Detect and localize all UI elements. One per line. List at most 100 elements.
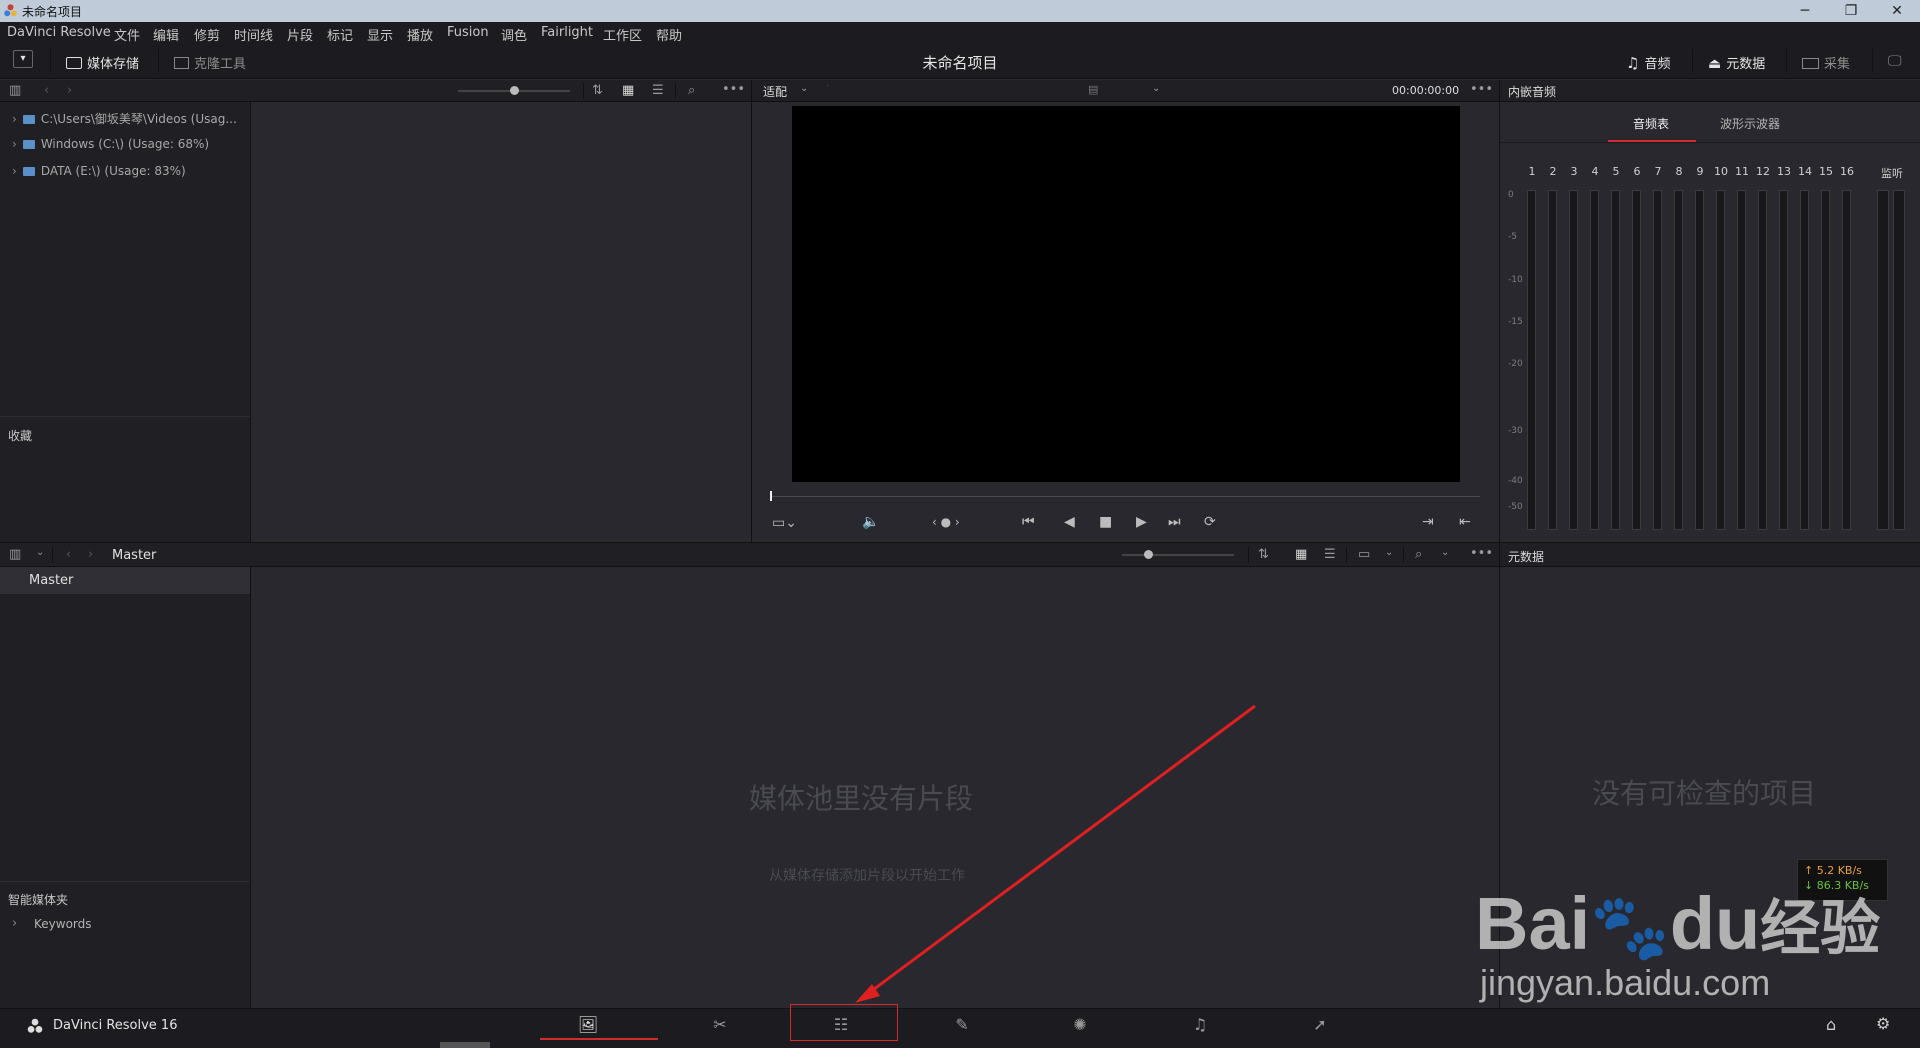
audio-panel-title: 内嵌音频 xyxy=(1508,85,1557,99)
more-options-icon[interactable]: ••• xyxy=(1470,82,1493,97)
video-preview[interactable] xyxy=(792,106,1460,482)
db-tick-label: -30 xyxy=(1508,426,1523,436)
reverse-play-icon[interactable]: ◀ xyxy=(1064,514,1075,530)
audio-button[interactable]: ♫ 音频 xyxy=(1626,53,1670,72)
bin-master-row[interactable]: Master xyxy=(0,567,250,594)
menu-timeline[interactable]: 时间线 xyxy=(234,25,273,44)
volume-icon[interactable]: 🔈 xyxy=(862,514,879,530)
chevron-down-icon[interactable]: ⌄ xyxy=(1152,83,1160,94)
scrubber-track[interactable] xyxy=(770,496,1480,497)
db-tick-label: -50 xyxy=(1508,502,1523,512)
tree-item-data-e[interactable]: › DATA (E:\) (Usage: 83%) xyxy=(12,164,186,178)
panel-toggle-icon[interactable]: ▾ xyxy=(13,50,33,68)
menu-trim[interactable]: 修剪 xyxy=(194,25,220,44)
db-tick-label: -20 xyxy=(1508,359,1523,369)
settings-gear-icon[interactable]: ⚙ xyxy=(1876,1014,1890,1033)
last-frame-icon[interactable]: ⏭ xyxy=(1168,514,1181,530)
mark-out-icon[interactable]: ⇤ xyxy=(1459,514,1471,530)
chevron-down-icon[interactable]: ⌄ xyxy=(800,83,808,94)
breadcrumb: Master xyxy=(112,548,157,563)
watermark-brand: Bai🐾du经验 xyxy=(1475,880,1880,967)
list-view-icon[interactable]: ☰ xyxy=(652,83,664,98)
forward-icon[interactable]: › xyxy=(88,547,93,562)
tree-item-windows-c[interactable]: › Windows (C:\) (Usage: 68%) xyxy=(12,137,209,151)
search-icon[interactable]: ⌕ xyxy=(688,83,695,98)
channel-number: 1 xyxy=(1528,165,1536,178)
chevron-down-icon[interactable]: ⌄ xyxy=(36,547,44,558)
clone-tool-button[interactable]: 克隆工具 xyxy=(174,53,246,72)
sidebar-toggle-icon[interactable]: ▥ xyxy=(9,83,21,98)
fit-dropdown[interactable]: 适配 xyxy=(763,83,787,100)
stop-icon[interactable]: ■ xyxy=(1099,514,1112,530)
clip-view-icon[interactable]: ▭⌄ xyxy=(772,515,797,531)
back-icon[interactable]: ‹ xyxy=(66,547,71,562)
grid-view-icon[interactable]: ▦ xyxy=(622,83,634,98)
menu-edit[interactable]: 编辑 xyxy=(153,25,179,44)
menu-fusion[interactable]: Fusion xyxy=(447,25,489,40)
menu-davinci[interactable]: DaVinci Resolve xyxy=(7,25,111,40)
tab-audio-meters[interactable]: 音频表 xyxy=(1633,115,1669,132)
metadata-button[interactable]: ⏏ 元数据 xyxy=(1708,53,1765,72)
cut-page-icon[interactable]: ✂ xyxy=(672,1009,768,1041)
media-storage-button[interactable]: 媒体存储 xyxy=(66,53,139,72)
db-tick-label: -15 xyxy=(1508,317,1523,327)
minimize-button[interactable]: ─ xyxy=(1782,0,1828,22)
monitor-icon[interactable]: 🖵 xyxy=(1888,53,1902,69)
channel-number: 15 xyxy=(1819,165,1833,178)
menu-mark[interactable]: 标记 xyxy=(327,25,353,44)
clip-view-icon[interactable]: ▭ xyxy=(1358,547,1370,562)
view-options-icon[interactable]: ▤ xyxy=(1088,83,1098,96)
more-options-icon[interactable]: ••• xyxy=(1470,546,1493,561)
back-icon[interactable]: ‹ xyxy=(44,83,49,98)
fusion-page-icon[interactable]: ✎ xyxy=(914,1009,1010,1041)
chevron-down-icon[interactable]: ⌄ xyxy=(1385,547,1393,558)
chevron-down-icon[interactable]: ⌄ xyxy=(1441,547,1449,558)
menu-file[interactable]: 文件 xyxy=(114,25,140,44)
list-view-icon[interactable]: ☰ xyxy=(1324,547,1336,562)
fairlight-page-icon[interactable]: ♫ xyxy=(1152,1009,1248,1041)
menu-view[interactable]: 显示 xyxy=(367,25,393,44)
capture-button[interactable]: 采集 xyxy=(1802,53,1850,72)
sort-icon[interactable]: ⇅ xyxy=(1258,547,1269,562)
sort-icon[interactable]: ⇅ xyxy=(592,83,603,98)
first-frame-icon[interactable]: ⏮ xyxy=(1022,514,1035,530)
jog-control-icon[interactable]: ‹ ● › xyxy=(932,515,960,529)
storage-tree: › C:\Users\御坂美琴\Videos (Usag... › Windows … xyxy=(0,102,250,542)
loop-icon[interactable]: ⟳ xyxy=(1204,514,1216,530)
storage-browser-area[interactable] xyxy=(251,102,751,542)
menu-color[interactable]: 调色 xyxy=(501,25,527,44)
channel-number: 2 xyxy=(1549,165,1557,178)
bin-master-label: Master xyxy=(29,573,74,588)
tree-item-label: DATA (E:\) (Usage: 83%) xyxy=(40,164,186,178)
deliver-page-icon[interactable]: ➚ xyxy=(1272,1009,1368,1041)
tree-item-videos[interactable]: › C:\Users\御坂美琴\Videos (Usag... xyxy=(12,110,237,127)
forward-icon[interactable]: › xyxy=(67,83,72,98)
more-options-icon[interactable]: ••• xyxy=(722,82,745,97)
scrollbar-thumb[interactable] xyxy=(440,1042,490,1048)
search-icon[interactable]: ⌕ xyxy=(1415,547,1422,562)
play-icon[interactable]: ▶ xyxy=(1136,514,1147,530)
home-icon[interactable]: ⌂ xyxy=(1826,1015,1836,1034)
slider-handle[interactable] xyxy=(510,86,519,95)
playhead[interactable] xyxy=(770,491,772,501)
menu-playback[interactable]: 播放 xyxy=(407,25,433,44)
favorites-title: 收藏 xyxy=(8,429,33,443)
sidebar-toggle-icon[interactable]: ▥ xyxy=(9,547,21,562)
thumbnail-size-slider[interactable] xyxy=(1122,554,1234,556)
media-pool-area[interactable]: 媒体池里没有片段 从媒体存储添加片段以开始工作 xyxy=(251,567,1499,1008)
menu-fairlight[interactable]: Fairlight xyxy=(541,25,593,40)
media-page-icon[interactable]: 🖼 xyxy=(540,1009,636,1041)
keywords-item[interactable]: Keywords xyxy=(34,917,92,931)
slider-handle[interactable] xyxy=(1144,550,1153,559)
grid-view-icon[interactable]: ▦ xyxy=(1295,547,1307,562)
menu-workspace[interactable]: 工作区 xyxy=(603,25,642,44)
menu-help[interactable]: 帮助 xyxy=(656,25,682,44)
channel-meter xyxy=(1632,190,1641,530)
tab-waveform-scope[interactable]: 波形示波器 xyxy=(1720,115,1780,132)
menu-clip[interactable]: 片段 xyxy=(287,25,313,44)
color-page-icon[interactable]: ✺ xyxy=(1032,1009,1128,1041)
close-button[interactable]: ✕ xyxy=(1874,0,1920,22)
chevron-right-icon[interactable]: › xyxy=(12,916,17,931)
mark-in-icon[interactable]: ⇥ xyxy=(1422,514,1434,530)
restore-button[interactable]: ❐ xyxy=(1828,0,1874,22)
